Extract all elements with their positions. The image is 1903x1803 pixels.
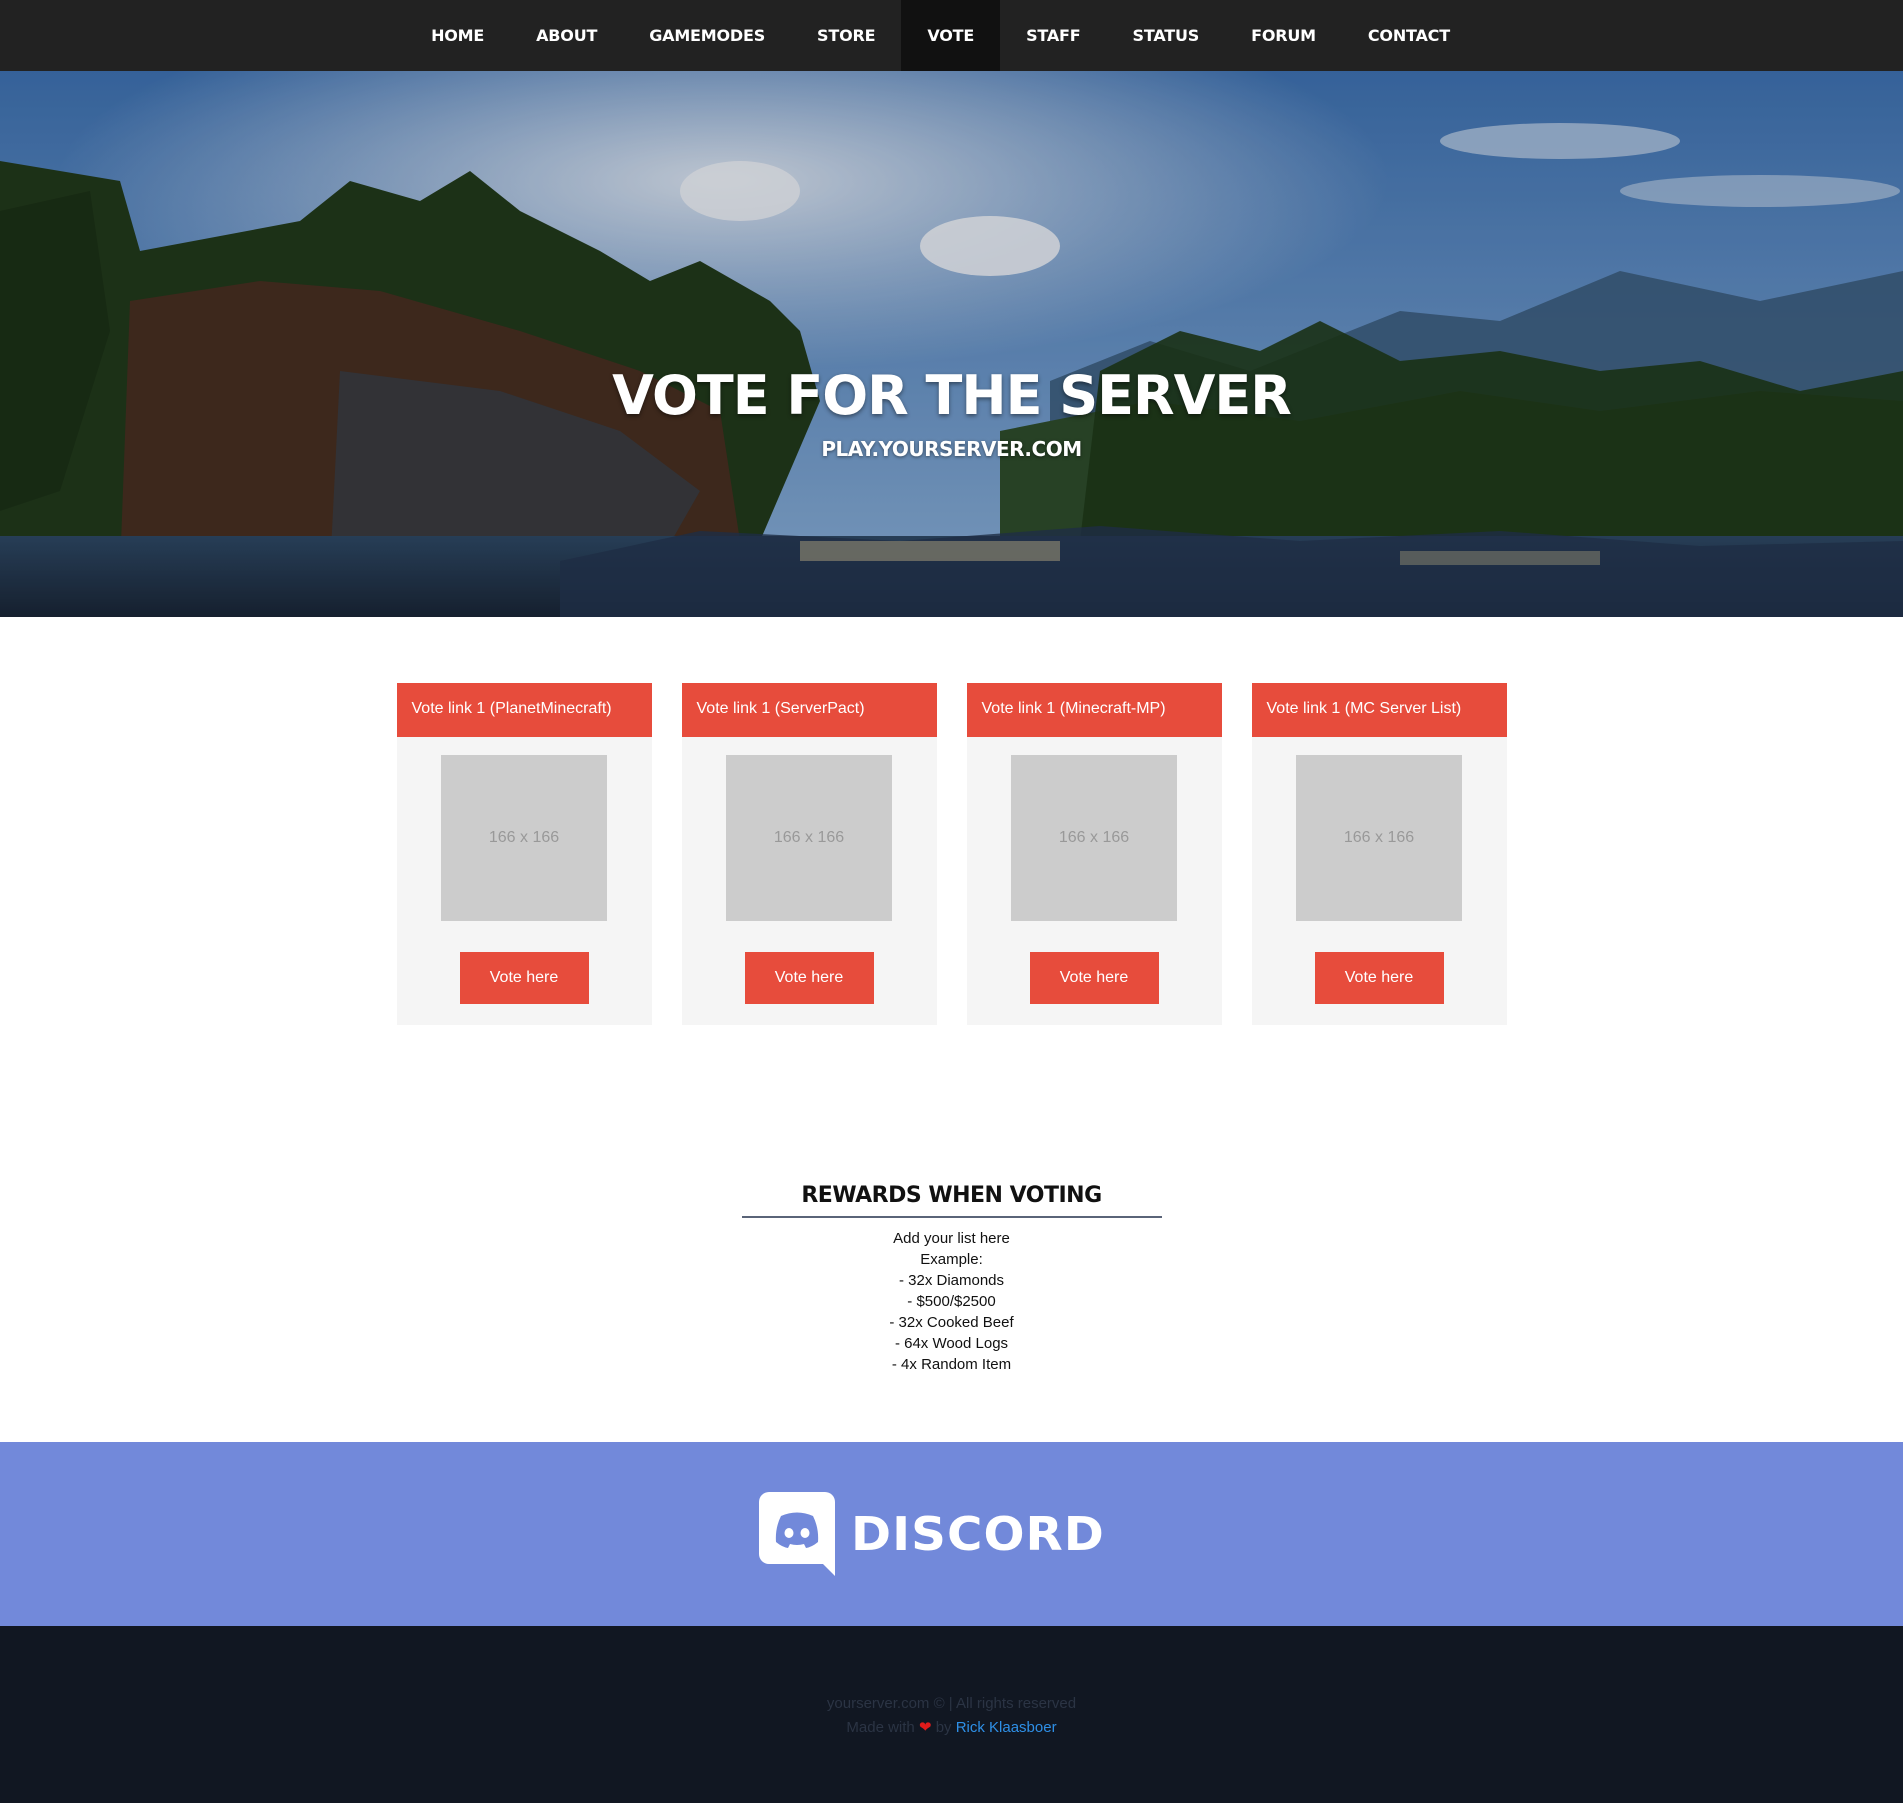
discord-link[interactable]: DISCORD (758, 1492, 1103, 1576)
vote-here-button[interactable]: Vote here (1029, 952, 1159, 1004)
nav-item-gamemodes[interactable]: GAMEMODES (623, 0, 791, 71)
footer-credit: Made with ❤ by Rick Klaasboer (0, 1716, 1903, 1740)
footer-made-with: Made with (846, 1719, 915, 1736)
author-link[interactable]: Rick Klaasboer (956, 1719, 1057, 1736)
rewards-line: - 32x Cooked Beef (889, 1314, 1014, 1331)
hero-server-address: PLAY.YOURSERVER.COM (821, 437, 1082, 461)
footer-by: by (935, 1719, 952, 1736)
discord-banner: DISCORD (0, 1442, 1903, 1626)
rewards-list: Add your list here Example: - 32x Diamon… (0, 1228, 1903, 1375)
discord-icon (758, 1492, 835, 1576)
heart-icon: ❤ (918, 1719, 932, 1736)
nav-item-staff[interactable]: STAFF (1000, 0, 1106, 71)
vote-card: Vote link 1 (ServerPact) 166 x 166 Vote … (681, 683, 937, 1025)
vote-card-header: Vote link 1 (MC Server List) (1251, 683, 1507, 737)
rewards-line: - $500/$2500 (907, 1293, 996, 1310)
vote-links-section: Vote link 1 (PlanetMinecraft) 166 x 166 … (0, 683, 1903, 1025)
rewards-line: Example: (920, 1251, 983, 1268)
vote-card-image-placeholder: 166 x 166 (726, 755, 892, 921)
page-footer: yourserver.com © | All rights reserved M… (0, 1626, 1903, 1803)
vote-card-image-placeholder: 166 x 166 (1011, 755, 1177, 921)
vote-here-button[interactable]: Vote here (744, 952, 874, 1004)
nav-item-forum[interactable]: FORUM (1225, 0, 1342, 71)
discord-wordmark: DISCORD (850, 1507, 1105, 1561)
vote-card-header: Vote link 1 (PlanetMinecraft) (396, 683, 652, 737)
vote-card-image-placeholder: 166 x 166 (1296, 755, 1462, 921)
top-navigation: HOME ABOUT GAMEMODES STORE VOTE STAFF ST… (0, 0, 1903, 71)
nav-item-home[interactable]: HOME (405, 0, 510, 71)
hero-title: VOTE FOR THE SERVER (612, 364, 1292, 427)
vote-card-image-placeholder: 166 x 166 (441, 755, 607, 921)
nav-item-store[interactable]: STORE (791, 0, 901, 71)
vote-card-header: Vote link 1 (ServerPact) (681, 683, 937, 737)
vote-card: Vote link 1 (PlanetMinecraft) 166 x 166 … (396, 683, 652, 1025)
hero-background-image (0, 71, 1903, 617)
rewards-line: - 32x Diamonds (898, 1272, 1005, 1289)
vote-here-button[interactable]: Vote here (1314, 952, 1444, 1004)
vote-card: Vote link 1 (Minecraft-MP) 166 x 166 Vot… (966, 683, 1222, 1025)
rewards-title: REWARDS WHEN VOTING (741, 1183, 1162, 1218)
hero-banner: VOTE FOR THE SERVER PLAY.YOURSERVER.COM (0, 71, 1903, 617)
footer-copyright: yourserver.com © | All rights reserved (826, 1695, 1077, 1712)
nav-item-vote[interactable]: VOTE (901, 0, 1001, 71)
nav-item-contact[interactable]: CONTACT (1342, 0, 1476, 71)
nav-item-about[interactable]: ABOUT (510, 0, 623, 71)
nav-menu: HOME ABOUT GAMEMODES STORE VOTE STAFF ST… (405, 0, 1476, 71)
vote-here-button[interactable]: Vote here (459, 952, 589, 1004)
rewards-line: - 64x Wood Logs (894, 1335, 1009, 1352)
rewards-line: Add your list here (893, 1230, 1010, 1247)
rewards-section: REWARDS WHEN VOTING Add your list here E… (0, 1183, 1903, 1375)
nav-item-status[interactable]: STATUS (1107, 0, 1226, 71)
vote-card: Vote link 1 (MC Server List) 166 x 166 V… (1251, 683, 1507, 1025)
rewards-line: - 4x Random Item (891, 1356, 1012, 1373)
vote-card-header: Vote link 1 (Minecraft-MP) (966, 683, 1222, 737)
